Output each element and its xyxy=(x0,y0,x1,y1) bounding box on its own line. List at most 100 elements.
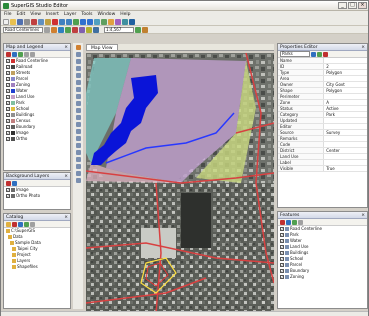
scale-icon[interactable] xyxy=(75,108,81,113)
refresh-icon[interactable] xyxy=(135,26,141,33)
layer-panel-close-icon[interactable]: × xyxy=(64,44,68,51)
measure-icon[interactable] xyxy=(122,18,128,25)
property-value[interactable]: Park xyxy=(324,112,367,117)
catalog-refresh-icon[interactable] xyxy=(24,221,29,227)
draw-rectangle-icon[interactable] xyxy=(75,73,81,78)
layer-visibility-checkbox[interactable]: ✓ xyxy=(6,89,10,93)
layer-visibility-checkbox[interactable]: ✓ xyxy=(6,125,10,129)
redo-icon[interactable] xyxy=(66,18,72,25)
prop-clear-icon[interactable] xyxy=(323,51,328,57)
property-value[interactable] xyxy=(324,154,367,159)
tab-map-view[interactable]: Map View xyxy=(86,44,118,51)
save-icon[interactable] xyxy=(17,18,23,25)
remove-layer-icon[interactable] xyxy=(6,51,11,57)
sketch-icon[interactable] xyxy=(58,26,64,33)
property-value[interactable]: Polygon xyxy=(324,88,367,93)
properties-panel-close-icon[interactable]: × xyxy=(361,44,365,51)
feature-checkbox[interactable]: ✓ xyxy=(280,263,284,267)
catalog-panel-close-icon[interactable]: × xyxy=(64,214,68,221)
property-value[interactable] xyxy=(324,118,367,123)
feature-checkbox[interactable]: ✓ xyxy=(280,239,284,243)
property-value[interactable] xyxy=(324,136,367,141)
help-icon[interactable] xyxy=(129,18,135,25)
undo-icon[interactable] xyxy=(59,18,65,25)
print-icon[interactable] xyxy=(24,18,30,25)
features-panel-close-icon[interactable]: × xyxy=(361,212,365,219)
select-icon[interactable] xyxy=(115,18,121,25)
feature-checkbox[interactable]: ✓ xyxy=(280,233,284,237)
pointer-icon[interactable] xyxy=(75,45,81,50)
layer-visibility-checkbox[interactable]: ✓ xyxy=(6,71,10,75)
union-icon[interactable] xyxy=(75,136,81,141)
add-layer-icon[interactable] xyxy=(12,51,17,57)
draw-polygon-icon[interactable] xyxy=(75,66,81,71)
feature-checkbox[interactable]: ✓ xyxy=(280,227,284,231)
pan-icon[interactable] xyxy=(94,18,100,25)
paste-icon[interactable] xyxy=(45,18,51,25)
rotate-icon[interactable] xyxy=(75,94,81,99)
map-image[interactable] xyxy=(86,53,274,313)
maximize-button[interactable]: □ xyxy=(348,2,357,9)
menu-tools[interactable]: Tools xyxy=(81,12,92,17)
layer-visibility-checkbox[interactable]: ✓ xyxy=(6,107,10,111)
layer-visibility-checkbox[interactable]: ✓ xyxy=(6,137,10,141)
layer-visibility-checkbox[interactable]: ✓ xyxy=(6,131,10,135)
layer-row[interactable]: ✓ Ortho xyxy=(4,136,70,142)
remove-background-icon[interactable] xyxy=(6,180,11,186)
catalog-item[interactable]: Shapefiles xyxy=(4,264,70,270)
layer-visibility-checkbox[interactable]: ✓ xyxy=(6,95,10,99)
prop-sort-icon[interactable] xyxy=(311,51,316,57)
query-icon[interactable] xyxy=(75,157,81,162)
folder-icon[interactable] xyxy=(6,221,11,227)
move-up-icon[interactable] xyxy=(24,51,29,57)
draw-point-icon[interactable] xyxy=(75,52,81,57)
intersect-icon[interactable] xyxy=(75,143,81,148)
background-checkbox[interactable]: ✓ xyxy=(6,188,10,192)
property-value[interactable]: Survey xyxy=(324,130,367,135)
draw-circle-icon[interactable] xyxy=(75,80,81,85)
feature-checkbox[interactable]: ✓ xyxy=(280,251,284,255)
split-icon[interactable] xyxy=(72,26,78,33)
layer-props-icon[interactable] xyxy=(18,51,23,57)
minimize-button[interactable]: _ xyxy=(338,2,347,9)
menu-window[interactable]: Window xyxy=(98,12,116,17)
map-canvas[interactable] xyxy=(86,53,274,313)
property-row[interactable]: Visible True xyxy=(278,166,367,172)
property-value[interactable]: Active xyxy=(324,106,367,111)
add-data-icon[interactable] xyxy=(73,18,79,25)
reshape-icon[interactable] xyxy=(75,115,81,120)
copy-icon[interactable] xyxy=(38,18,44,25)
background-checkbox[interactable]: ✓ xyxy=(6,194,10,198)
layout-icon[interactable] xyxy=(75,171,81,176)
feature-edit-icon[interactable] xyxy=(292,219,297,225)
buffer-icon[interactable] xyxy=(75,122,81,127)
property-value[interactable] xyxy=(324,142,367,147)
feature-checkbox[interactable]: ✓ xyxy=(280,275,284,279)
background-panel-close-icon[interactable]: × xyxy=(64,173,68,180)
attributes-icon[interactable] xyxy=(93,26,99,33)
property-value[interactable]: True xyxy=(324,166,367,171)
property-value[interactable]: City Govt xyxy=(324,82,367,87)
export-icon[interactable] xyxy=(75,178,81,183)
layer-visibility-checkbox[interactable]: ✓ xyxy=(6,59,10,63)
layer-visibility-checkbox[interactable]: ✓ xyxy=(6,83,10,87)
property-value[interactable] xyxy=(324,124,367,129)
feature-checkbox[interactable]: ✓ xyxy=(280,257,284,261)
draw-line-icon[interactable] xyxy=(75,59,81,64)
add-background-icon[interactable] xyxy=(12,180,17,186)
feature-list-icon[interactable] xyxy=(298,219,303,225)
property-value[interactable]: A xyxy=(324,100,367,105)
close-button[interactable]: × xyxy=(358,2,367,9)
property-value[interactable] xyxy=(324,58,367,63)
text-icon[interactable] xyxy=(75,87,81,92)
layer-visibility-checkbox[interactable]: ✓ xyxy=(6,101,10,105)
menu-layer[interactable]: Layer xyxy=(64,12,77,17)
feature-item[interactable]: ✓ Zoning xyxy=(278,274,367,280)
property-value[interactable]: Polygon xyxy=(324,70,367,75)
zoom-in-icon[interactable] xyxy=(80,18,86,25)
menu-insert[interactable]: Insert xyxy=(46,12,59,17)
menu-help[interactable]: Help xyxy=(120,12,130,17)
layer-visibility-checkbox[interactable]: ✓ xyxy=(6,65,10,69)
identify-icon[interactable] xyxy=(108,18,114,25)
merge-icon[interactable] xyxy=(79,26,85,33)
